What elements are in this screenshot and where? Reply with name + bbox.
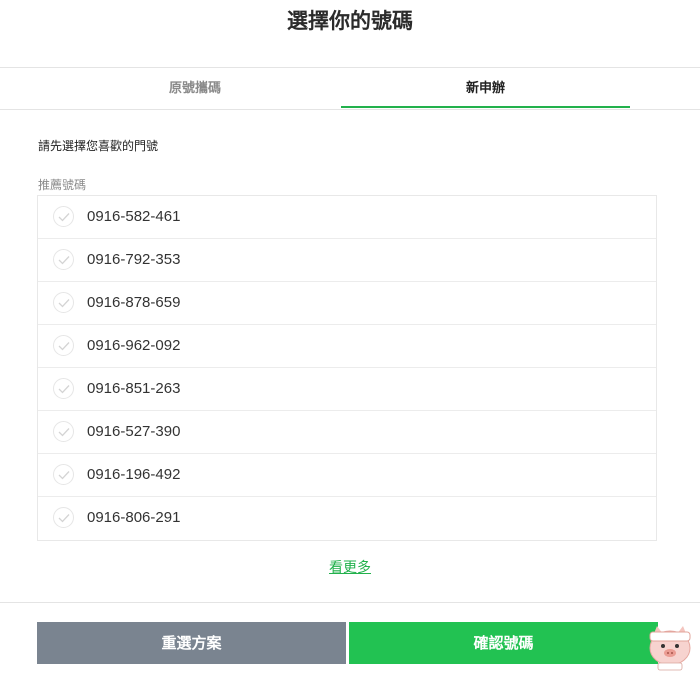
check-icon[interactable] (53, 292, 74, 313)
footer-divider (0, 602, 700, 603)
number-text: 0916-527-390 (87, 423, 181, 440)
see-more-link[interactable]: 看更多 (0, 558, 700, 578)
number-text: 0916-582-461 (87, 208, 181, 225)
number-option[interactable]: 0916-851-263 (38, 368, 656, 411)
check-icon[interactable] (53, 206, 74, 227)
number-option[interactable]: 0916-878-659 (38, 282, 656, 325)
instruction-text: 請先選擇您喜歡的門號 (38, 139, 159, 153)
number-option[interactable]: 0916-582-461 (38, 196, 656, 239)
page-title: 選擇你的號碼 (287, 9, 413, 33)
confirm-number-button[interactable]: 確認號碼 (349, 622, 658, 664)
number-text: 0916-851-263 (87, 380, 181, 397)
number-text: 0916-962-092 (87, 337, 181, 354)
number-option[interactable]: 0916-806-291 (38, 497, 656, 540)
reset-plan-button[interactable]: 重選方案 (37, 622, 346, 664)
check-icon[interactable] (53, 335, 74, 356)
number-option[interactable]: 0916-527-390 (38, 411, 656, 454)
number-list: 0916-582-461 0916-792-353 0916-878-659 0… (37, 195, 657, 541)
number-text: 0916-792-353 (87, 251, 181, 268)
number-text: 0916-196-492 (87, 466, 181, 483)
check-icon[interactable] (53, 507, 74, 528)
section-label: 推薦號碼 (38, 178, 87, 192)
number-text: 0916-806-291 (87, 509, 181, 526)
number-text: 0916-878-659 (87, 294, 181, 311)
check-icon[interactable] (53, 378, 74, 399)
active-tab-indicator (341, 106, 630, 108)
number-option[interactable]: 0916-792-353 (38, 239, 656, 282)
check-icon[interactable] (53, 421, 74, 442)
tab-new-application[interactable]: 新申辦 (341, 68, 630, 109)
check-icon[interactable] (53, 464, 74, 485)
check-icon[interactable] (53, 249, 74, 270)
tab-number-transfer[interactable]: 原號攜碼 (30, 68, 360, 109)
number-option[interactable]: 0916-962-092 (38, 325, 656, 368)
pig-mascot-icon (644, 618, 696, 672)
tab-bar: 原號攜碼 新申辦 (0, 67, 700, 110)
number-option[interactable]: 0916-196-492 (38, 454, 656, 497)
page: 選擇你的號碼 原號攜碼 新申辦 請先選擇您喜歡的門號 推薦號碼 0916-582… (0, 0, 700, 674)
